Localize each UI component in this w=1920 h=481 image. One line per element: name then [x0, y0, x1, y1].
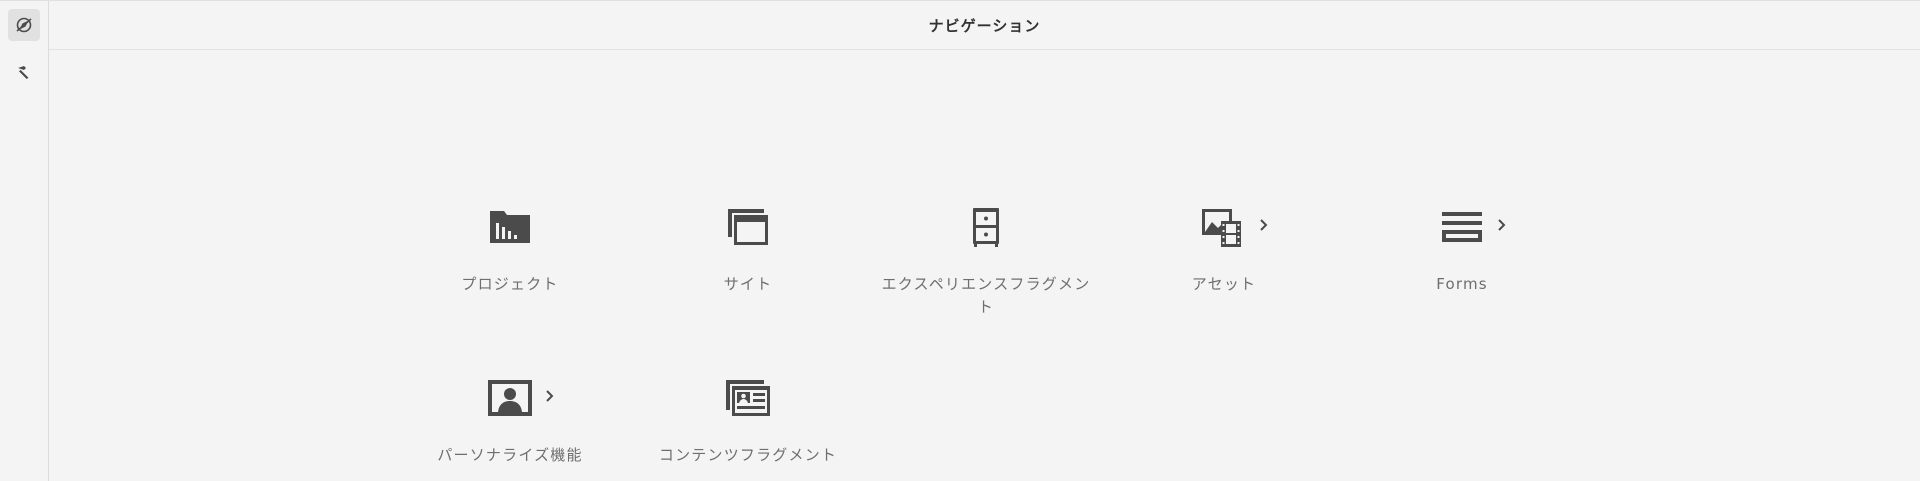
assets-image-film-icon: [1202, 209, 1241, 247]
tile-label: プロジェクト: [461, 275, 559, 293]
tile-icon-wrap: [718, 372, 778, 424]
tile-icon-wrap: [480, 201, 540, 253]
top-bar: ナビゲーション: [49, 1, 1920, 50]
sites-windows-icon: [728, 209, 768, 245]
tile-icon-wrap: [1194, 201, 1268, 253]
tile-content-fragments[interactable]: コンテンツフラグメント: [633, 372, 863, 467]
rail-navigation-button[interactable]: [8, 9, 40, 41]
app-window: ナビゲーション プロジェクト サイト エクスペリエンスフラグメント アセット F…: [0, 0, 1920, 481]
chevron-right-icon: [1498, 219, 1506, 231]
cabinet-icon: [973, 208, 999, 247]
tile-icon-wrap: [956, 201, 1016, 253]
chevron-right-icon: [546, 390, 554, 402]
forms-lines-icon: [1442, 212, 1482, 242]
tile-personalization[interactable]: パーソナライズ機能: [395, 372, 625, 467]
tile-icon-wrap: [718, 201, 778, 253]
left-rail: [0, 1, 49, 481]
personalization-portrait-icon: [488, 380, 532, 416]
tile-assets[interactable]: アセット: [1109, 201, 1339, 296]
tile-label: Forms: [1436, 275, 1488, 293]
tile-projects[interactable]: プロジェクト: [395, 201, 625, 296]
compass-off-icon: [16, 17, 32, 33]
tile-label: アセット: [1191, 275, 1257, 293]
tile-sites[interactable]: サイト: [633, 201, 863, 296]
tile-label: パーソナライズ機能: [437, 446, 583, 464]
tile-label: サイト: [723, 275, 773, 293]
hammer-icon: [18, 66, 29, 80]
chevron-right-icon: [1260, 219, 1268, 231]
tile-label: エクスペリエンスフラグメント: [881, 275, 1091, 316]
projects-folder-icon: [490, 211, 530, 243]
content-fragment-card-icon: [726, 380, 770, 416]
tile-forms[interactable]: Forms: [1347, 201, 1577, 296]
page-title: ナビゲーション: [928, 16, 1041, 35]
tile-icon-wrap: [1432, 201, 1506, 253]
tile-icon-wrap: [480, 372, 554, 424]
tile-label: コンテンツフラグメント: [658, 446, 838, 464]
rail-tools-button[interactable]: [8, 57, 40, 89]
tile-experience-fragments[interactable]: エクスペリエンスフラグメント: [871, 201, 1101, 319]
